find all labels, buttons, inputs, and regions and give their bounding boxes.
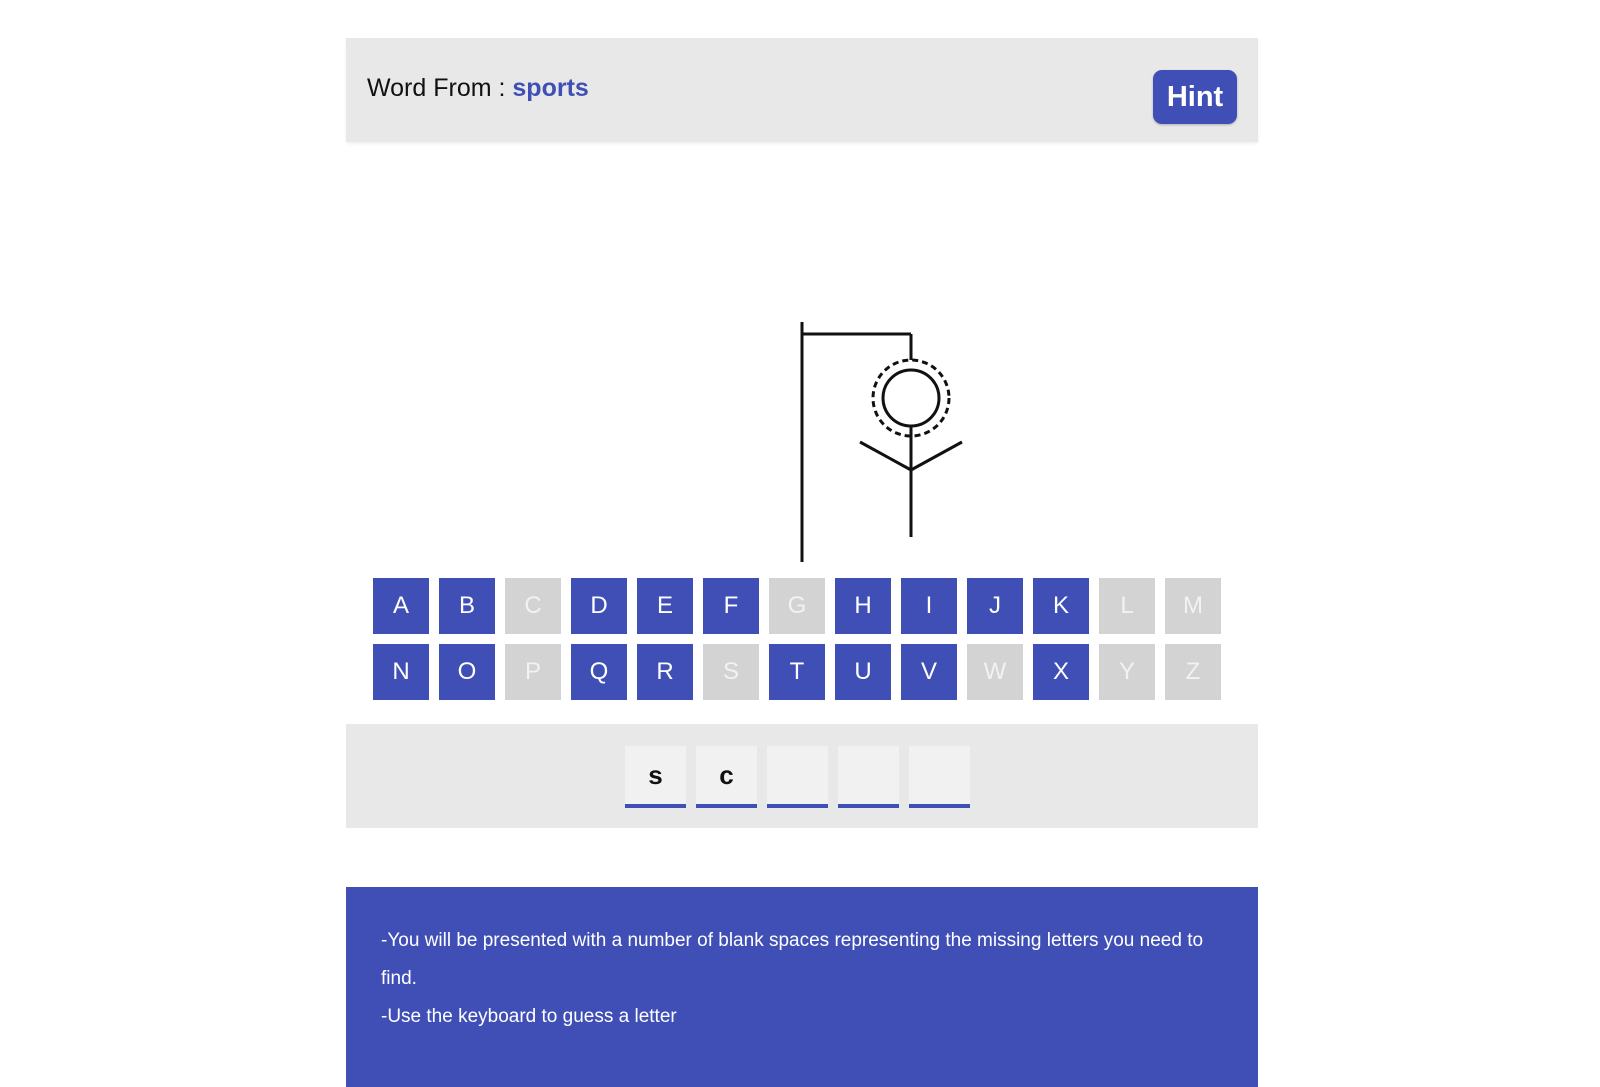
key-s[interactable]: S [703, 644, 759, 700]
hangman-head [881, 368, 941, 428]
word-category: Word From : sports [367, 74, 589, 103]
key-l[interactable]: L [1099, 578, 1155, 634]
letter-slot-1: s [625, 746, 686, 808]
key-c[interactable]: C [505, 578, 561, 634]
gallows-svg [800, 322, 963, 562]
key-a[interactable]: A [373, 578, 429, 634]
key-u[interactable]: U [835, 644, 891, 700]
keyboard-row-2: N O P Q R S T U V W X Y Z [373, 644, 1233, 700]
letter-slot-4 [838, 746, 899, 808]
category-name: sports [512, 74, 589, 102]
key-y[interactable]: Y [1099, 644, 1155, 700]
letter-slots: s c [625, 746, 970, 808]
keyboard-row-1: A B C D E F G H I J K L M [373, 578, 1233, 634]
key-o[interactable]: O [439, 644, 495, 700]
key-b[interactable]: B [439, 578, 495, 634]
key-q[interactable]: Q [571, 644, 627, 700]
key-g[interactable]: G [769, 578, 825, 634]
key-k[interactable]: K [1033, 578, 1089, 634]
rules-line-1: -You will be presented with a number of … [381, 930, 1204, 989]
key-w[interactable]: W [967, 644, 1023, 700]
key-z[interactable]: Z [1165, 644, 1221, 700]
key-i[interactable]: I [901, 578, 957, 634]
letter-keyboard: A B C D E F G H I J K L M N O P Q R S T … [373, 578, 1233, 710]
word-from-label: Word From : [367, 74, 513, 102]
key-h[interactable]: H [835, 578, 891, 634]
key-e[interactable]: E [637, 578, 693, 634]
key-d[interactable]: D [571, 578, 627, 634]
key-n[interactable]: N [373, 644, 429, 700]
key-p[interactable]: P [505, 644, 561, 700]
letter-slot-3 [767, 746, 828, 808]
key-x[interactable]: X [1033, 644, 1089, 700]
letter-slot-2: c [696, 746, 757, 808]
rules-panel: -You will be presented with a number of … [346, 887, 1258, 1087]
word-panel: s c [346, 724, 1258, 828]
key-j[interactable]: J [967, 578, 1023, 634]
key-r[interactable]: R [637, 644, 693, 700]
hangman-right-arm [910, 440, 963, 472]
key-t[interactable]: T [769, 644, 825, 700]
hangman-app: Word From : sports Hint A B C D E F G H … [346, 38, 1258, 1087]
hint-button[interactable]: Hint [1153, 70, 1237, 124]
header-bar: Word From : sports Hint [346, 38, 1258, 142]
key-f[interactable]: F [703, 578, 759, 634]
key-v[interactable]: V [901, 644, 957, 700]
letter-slot-5 [909, 746, 970, 808]
rules-line-2: -Use the keyboard to guess a letter [381, 1006, 677, 1027]
hangman-left-arm [859, 440, 912, 472]
key-m[interactable]: M [1165, 578, 1221, 634]
hangman-drawing [346, 142, 1258, 562]
